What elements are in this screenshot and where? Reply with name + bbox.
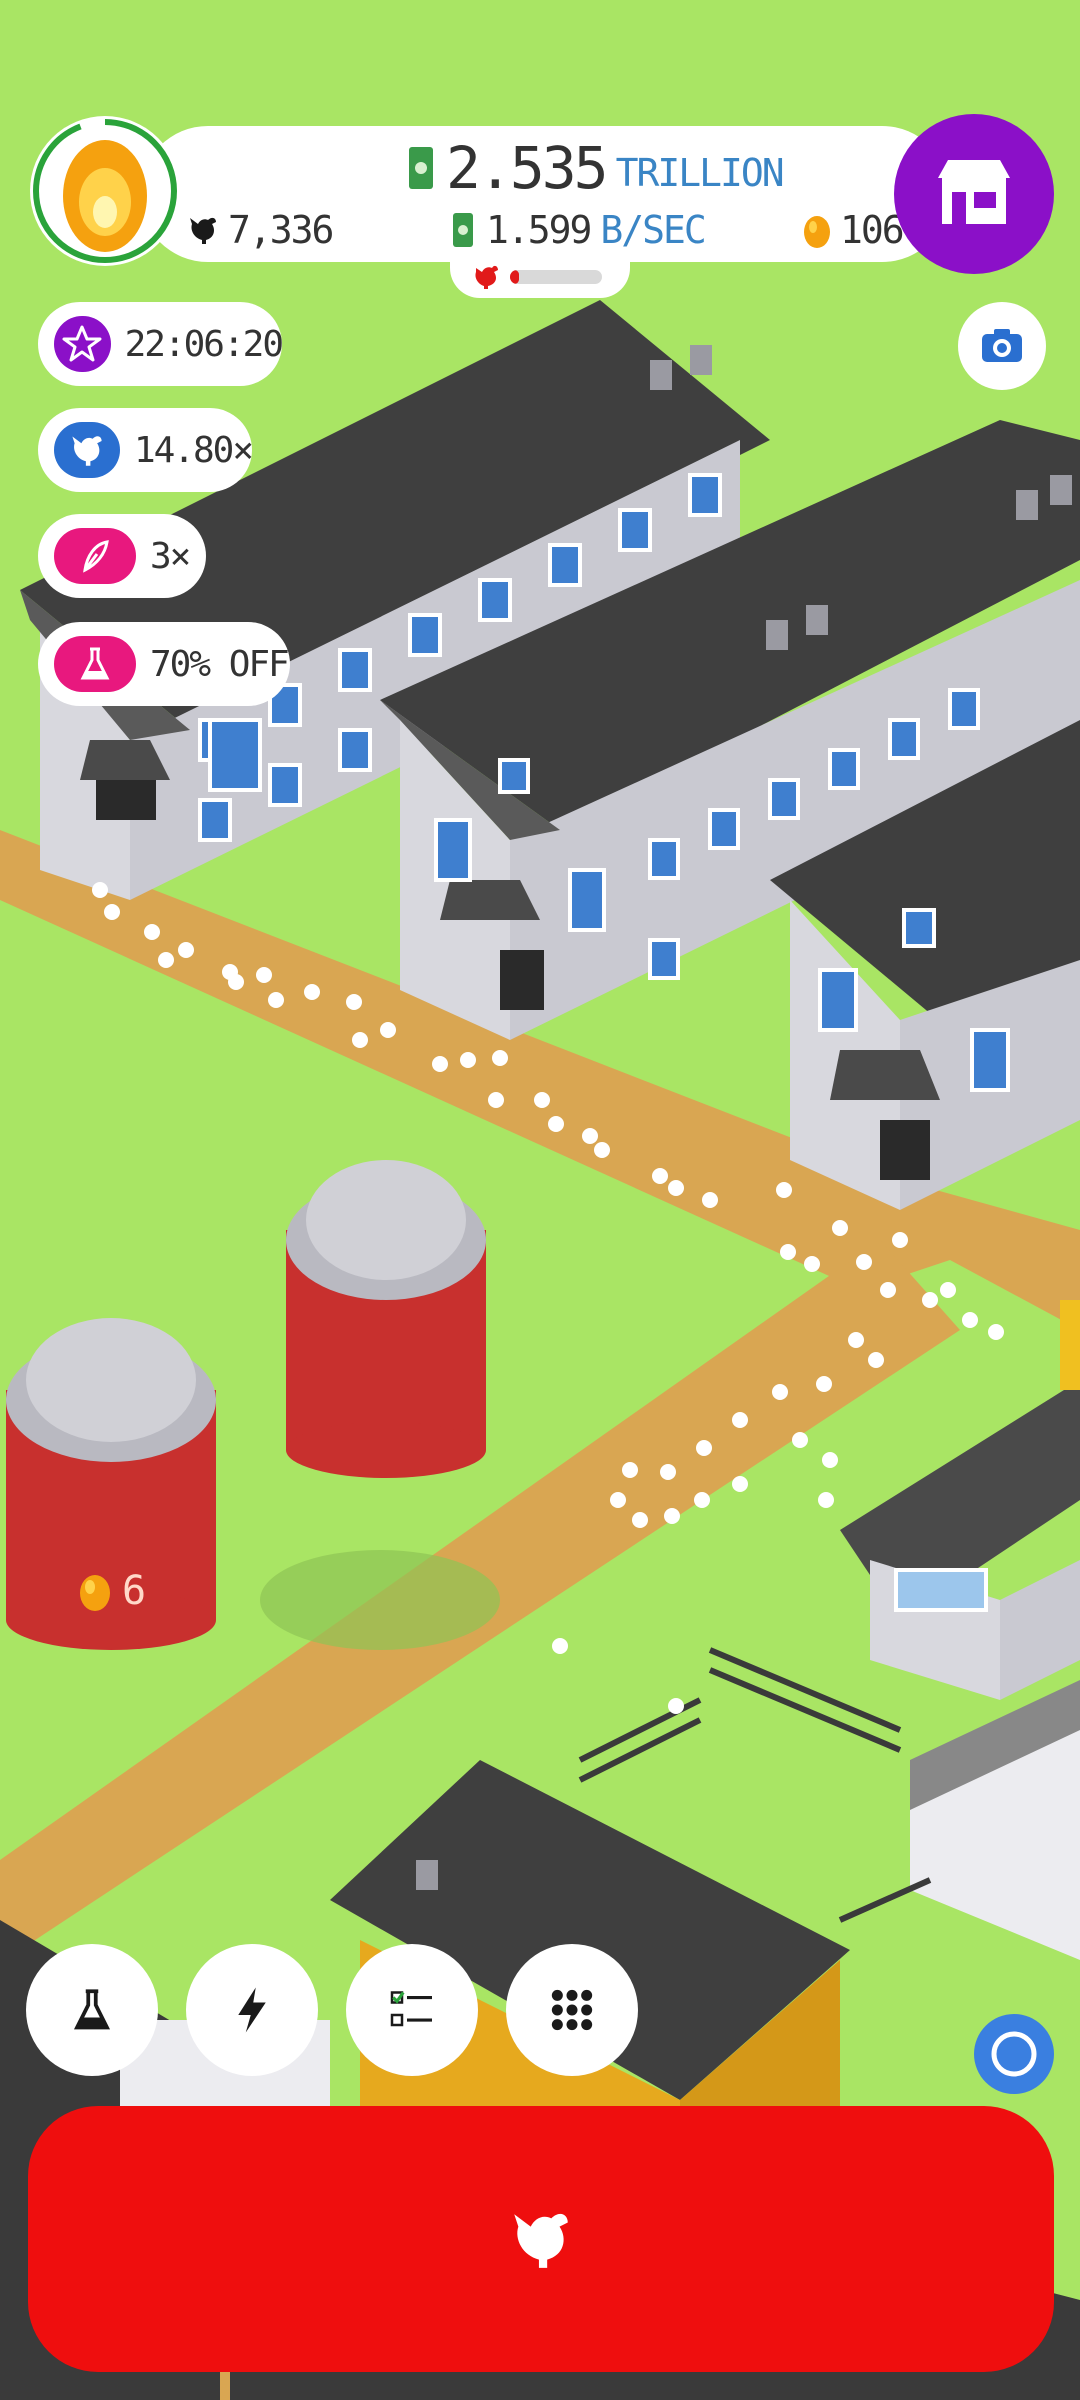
boost-button[interactable]	[186, 1944, 318, 2076]
golden-egg-icon	[33, 119, 177, 263]
silo-egg-label: 6	[78, 1568, 146, 1614]
money-display: 2.535 TRILLION	[408, 134, 785, 202]
feather-icon	[54, 528, 136, 584]
chicken-icon	[514, 2213, 568, 2268]
golden-egg-button[interactable]	[30, 116, 180, 266]
cash-icon	[453, 213, 473, 247]
menu-button[interactable]	[506, 1944, 638, 2076]
boost-pill-timer[interactable]: 22:06:20	[38, 302, 284, 386]
shop-icon	[938, 160, 1010, 224]
hatch-chicken-button[interactable]	[28, 2106, 1054, 2372]
silo-1	[286, 1160, 486, 1478]
rate-unit: B/SEC	[600, 208, 706, 252]
boost-pill-feather[interactable]: 3×	[38, 514, 206, 598]
star-icon	[54, 316, 111, 372]
boost-pill-multiplier[interactable]: 14.80×	[38, 408, 254, 492]
golden-egg-icon	[804, 216, 830, 248]
golden-egg-count: 106	[802, 208, 905, 252]
shop-button[interactable]	[894, 114, 1054, 274]
circle-icon	[991, 2031, 1037, 2077]
chicken-icon	[475, 265, 498, 289]
cash-icon	[409, 147, 433, 189]
flask-icon	[73, 1989, 111, 2030]
money-value: 2.535	[446, 134, 609, 202]
money-unit: TRILLION	[615, 151, 785, 195]
flask-icon	[54, 636, 136, 692]
golden-egg-icon	[80, 1575, 110, 1611]
rate-value: 1.599	[486, 208, 592, 252]
progress-fill	[510, 270, 520, 284]
chicken-icon	[190, 217, 216, 244]
boost-pill-discount[interactable]: 70% OFF	[38, 622, 290, 706]
research-button[interactable]	[26, 1944, 158, 2076]
missions-button[interactable]	[346, 1944, 478, 2076]
camera-icon	[982, 329, 1022, 362]
grid-icon	[551, 1989, 593, 2031]
income-rate: 1.599 B/SEC	[452, 208, 707, 252]
checklist-icon	[390, 1991, 432, 2027]
chicken-count: 7,336	[186, 208, 334, 252]
hatch-progress-bar	[510, 270, 602, 284]
shipping-building	[910, 1680, 1080, 1960]
chicken-icon	[54, 422, 120, 478]
overlay-toggle-button[interactable]	[974, 2014, 1054, 2094]
camera-button[interactable]	[958, 302, 1046, 390]
lightning-icon	[238, 1987, 266, 2033]
